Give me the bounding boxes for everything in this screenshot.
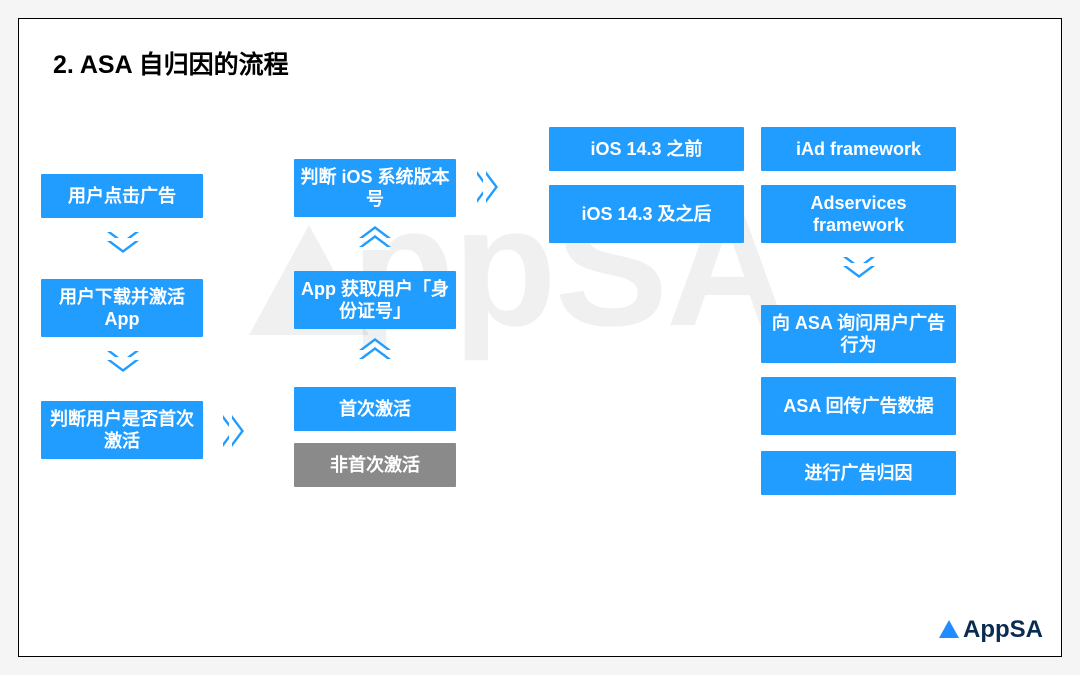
box-iad-framework: iAd framework [761,127,956,171]
box-app-get-id: App 获取用户「身份证号」 [294,271,456,329]
slide-title: 2. ASA 自归因的流程 [53,45,289,81]
box-ios-pre-143: iOS 14.3 之前 [549,127,744,171]
box-do-attribution: 进行广告归因 [761,451,956,495]
box-judge-ios-version: 判断 iOS 系统版本号 [294,159,456,217]
box-not-first-activate: 非首次激活 [294,443,456,487]
arrow-up [359,341,391,359]
arrow-up [359,229,391,247]
arrow-down [107,351,139,369]
arrow-right [477,171,495,203]
appsa-logo: AppSA [939,616,1043,644]
box-user-download-activate: 用户下载并激活 App [41,279,203,337]
logo-text: AppSA [963,616,1043,644]
arrow-down [843,257,875,275]
box-judge-first-activate: 判断用户是否首次激活 [41,401,203,459]
arrow-right [223,415,241,447]
slide-frame: 2. ASA 自归因的流程 ppSA 用户点击广告 用户下载并激活 App 判断… [18,18,1062,657]
box-adservices-framework: Adservices framework [761,185,956,243]
logo-triangle-icon [939,620,959,638]
arrow-down [107,232,139,250]
box-query-asa: 向 ASA 询问用户广告行为 [761,305,956,363]
box-ios-post-143: iOS 14.3 及之后 [549,185,744,243]
box-user-click-ad: 用户点击广告 [41,174,203,218]
box-asa-return: ASA 回传广告数据 [761,377,956,435]
box-first-activate: 首次激活 [294,387,456,431]
